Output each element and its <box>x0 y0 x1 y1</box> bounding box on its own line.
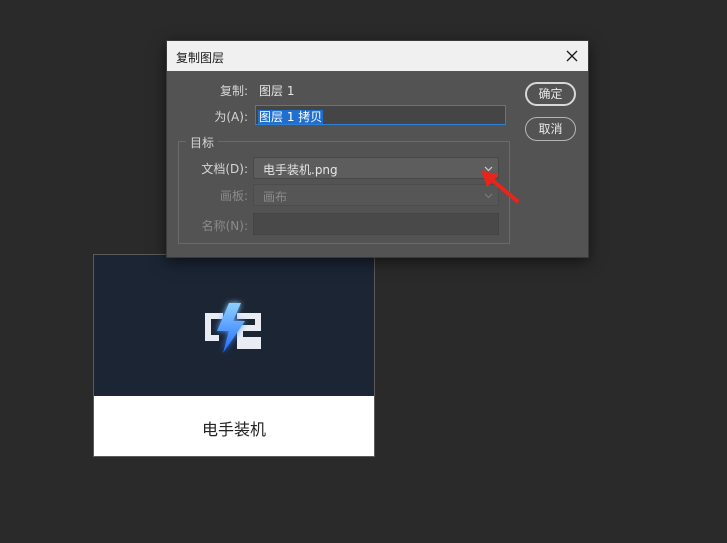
brand-logo-icon <box>205 303 261 353</box>
artboard-label: 画板: <box>219 189 248 203</box>
layer-name-value: 图层 1 拷贝 <box>258 110 324 124</box>
artboard-select-value: 画布 <box>263 190 288 204</box>
document-select-value: 电手装机.png <box>263 163 338 177</box>
layer-name-input[interactable]: 图层 1 拷贝 <box>255 105 506 125</box>
preview-header <box>94 255 374 396</box>
destination-name-input <box>253 213 499 235</box>
duplicate-layer-dialog: 复制图层 复制: 图层 1 为(A): 图层 1 拷贝 目标 文档(D): 电手… <box>166 40 589 258</box>
source-label: 复制: <box>219 84 248 98</box>
as-label: 为(A): <box>214 110 248 124</box>
dialog-titlebar[interactable]: 复制图层 <box>167 41 588 71</box>
document-label: 文档(D): <box>201 162 248 176</box>
artboard-select: 画布 <box>253 184 499 206</box>
preview-image: 电手装机 <box>93 254 375 457</box>
document-select[interactable]: 电手装机.png <box>253 157 499 179</box>
annotation-arrow-icon <box>481 170 519 203</box>
close-button[interactable] <box>560 44 584 68</box>
close-icon <box>566 50 578 62</box>
name-label: 名称(N): <box>201 219 248 233</box>
cancel-button[interactable]: 取消 <box>525 117 576 141</box>
dialog-title: 复制图层 <box>176 51 225 65</box>
brand-text: 电手装机 <box>201 420 266 439</box>
source-value: 图层 1 <box>259 84 295 98</box>
preview-footer: 电手装机 <box>94 396 374 456</box>
destination-group-title: 目标 <box>186 134 219 151</box>
ok-button[interactable]: 确定 <box>525 82 576 106</box>
